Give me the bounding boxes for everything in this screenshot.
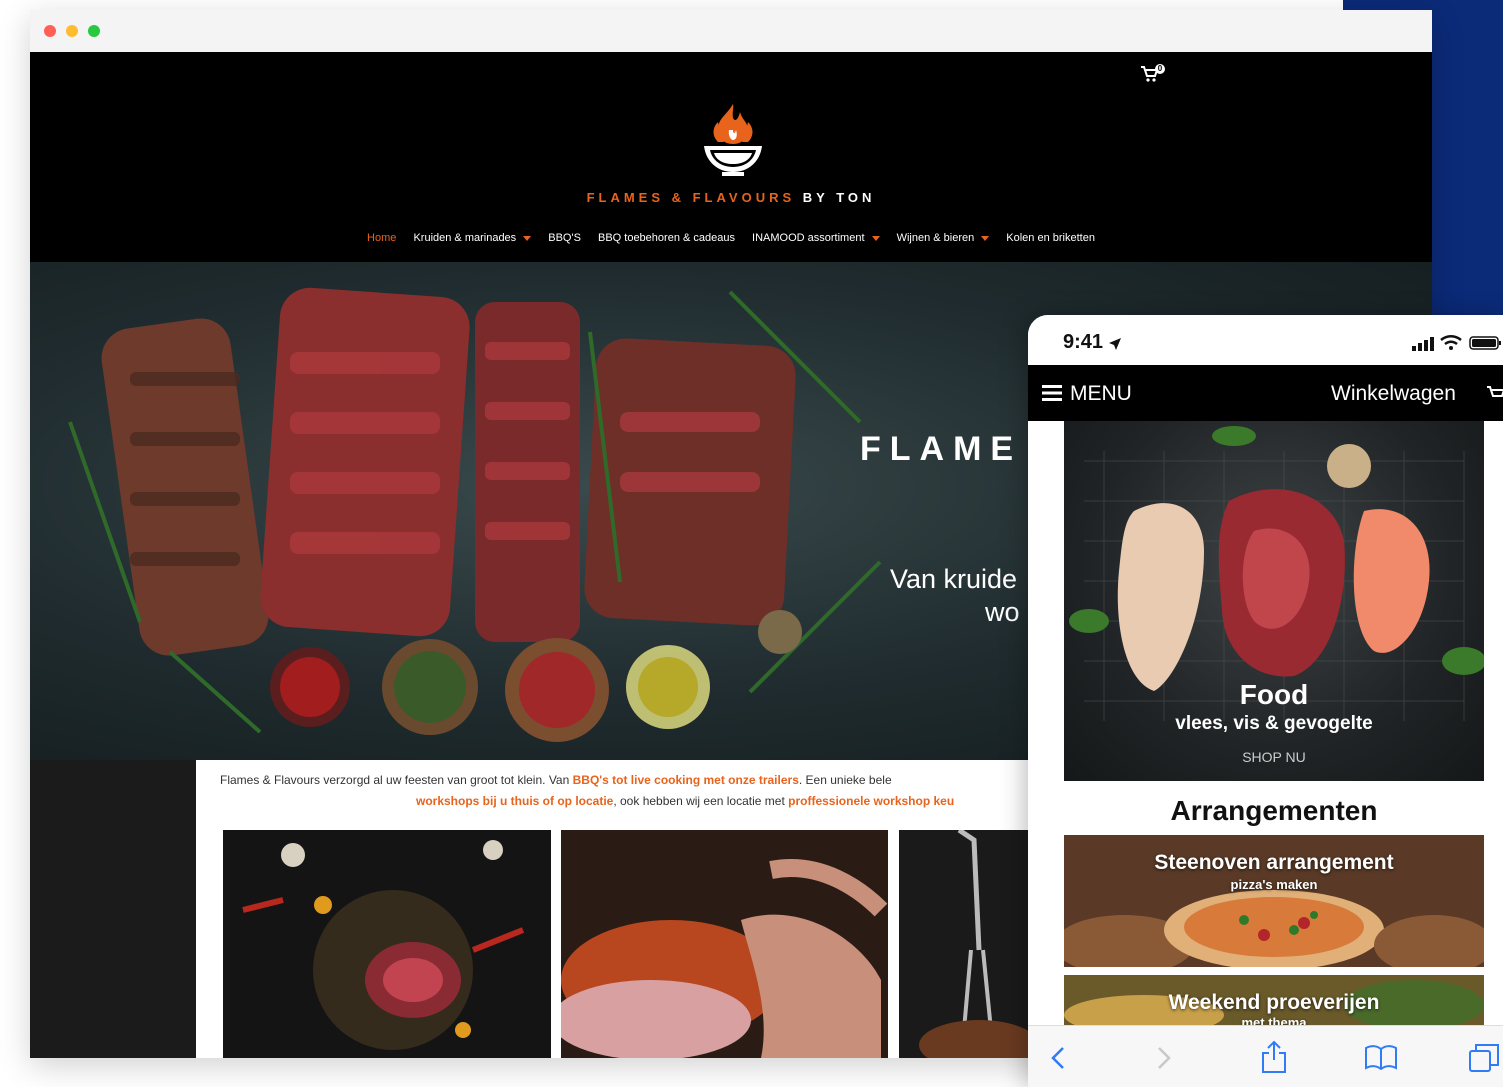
food-subtitle: vlees, vis & gevogelte [1175, 713, 1373, 734]
site-logo[interactable] [688, 100, 778, 180]
cart-icon [1487, 386, 1503, 397]
hero-subtitle-line2: wo [985, 597, 1020, 627]
nav-item-kruiden-marinades[interactable]: Kruiden & marinades [413, 232, 532, 244]
arrangement-card-weekend[interactable]: Weekend proeverijen met thema [1064, 975, 1484, 1025]
bookmarks-icon[interactable] [1364, 1044, 1398, 1070]
intro-text-line1-end: . Een unieke bele [798, 773, 892, 787]
nav-item-label: Kolen en briketten [1006, 232, 1095, 244]
arrangement-subtitle: pizza's maken [1230, 877, 1318, 892]
bbq-fork-image [919, 830, 1039, 1058]
ios-status-bar: 9:41 [1028, 315, 1503, 365]
signal-icon [1412, 337, 1434, 351]
location-arrow-icon [1109, 338, 1121, 350]
back-arrow-icon[interactable] [1050, 1046, 1066, 1070]
intro-text-line2: , ook hebben wij een locatie met [613, 794, 789, 808]
close-window-button[interactable] [44, 25, 56, 37]
nav-item-bbqs[interactable]: BBQ'S [548, 232, 581, 244]
nav-item-label: Kruiden & marinades [413, 232, 517, 244]
shop-now-button[interactable]: SHOP NU [1064, 749, 1484, 765]
forward-arrow-icon[interactable] [1156, 1046, 1172, 1070]
category-card-spices[interactable] [223, 830, 551, 1058]
cart-count-badge: 0 [1157, 64, 1163, 73]
left-dark-panel [30, 760, 196, 1058]
maximize-window-button[interactable] [88, 25, 100, 37]
nav-item-label: BBQ toebehoren & cadeaus [597, 232, 735, 244]
chevron-down-icon [871, 235, 880, 241]
minimize-window-button[interactable] [66, 25, 78, 37]
category-card-marinades[interactable] [561, 830, 888, 1058]
nav-item-bbq-toebehoren[interactable]: BBQ toebehoren & cadeaus [598, 232, 735, 244]
safari-toolbar [1028, 1025, 1503, 1087]
mobile-header: MENU Winkelwagen [1028, 365, 1503, 421]
site-header: 0 FLAMES & FLAVOURS BY TON Home Kruiden … [30, 52, 1432, 262]
wifi-icon [1440, 335, 1462, 350]
brand-name: FLAMES & FLAVOURS BY TON [30, 190, 1432, 205]
nav-item-label: Wijnen & bieren [896, 232, 975, 244]
arrangement-subtitle: met thema [1241, 1015, 1307, 1025]
browser-titlebar [30, 10, 1432, 53]
main-navigation: Home Kruiden & marinades BBQ'S BBQ toebe… [30, 232, 1432, 244]
nav-item-kolen[interactable]: Kolen en briketten [1006, 232, 1095, 244]
food-category-banner[interactable]: Food vlees, vis & gevogelte SHOP NU [1064, 421, 1484, 781]
nav-item-label: INAMOOD assortiment [752, 232, 865, 244]
arrangement-name: Weekend proeverijen [1168, 991, 1380, 1014]
intro-text-line1: Flames & Flavours verzorgd al uw feesten… [220, 773, 573, 787]
chevron-down-icon [523, 235, 532, 241]
arrangementen-heading: Arrangementen [1170, 795, 1378, 826]
steak-slices [101, 287, 796, 656]
hamburger-menu-icon [1042, 385, 1062, 401]
brand-name-part1: FLAMES & FLAVOURS [586, 190, 796, 205]
category-card-bbq[interactable] [899, 830, 1039, 1058]
flame-bowl-logo-icon [704, 104, 762, 176]
nav-item-label: BBQ'S [548, 232, 581, 244]
marinade-hands-image [561, 859, 888, 1058]
arrangement-card-steenoven[interactable]: Steenoven arrangement pizza's maken [1064, 835, 1484, 967]
share-icon[interactable] [1260, 1040, 1288, 1074]
intro-link-workshop-keuken[interactable]: proffessionele workshop keu [788, 794, 954, 808]
intro-link-workshops[interactable]: workshops bij u thuis of op locatie [416, 794, 613, 808]
mobile-phone-screen: 9:41 MENU Winkelwagen Food vlees, vis & … [1028, 315, 1503, 1087]
winkelwagen-button[interactable]: Winkelwagen [1331, 382, 1456, 406]
nav-item-label: Home [367, 232, 397, 244]
nav-item-home[interactable]: Home [367, 232, 396, 244]
spices-meat-image [242, 840, 525, 1050]
nav-item-inamood[interactable]: INAMOOD assortiment [752, 232, 880, 244]
menu-button[interactable]: MENU [1070, 382, 1132, 406]
arrangement-name: Steenoven arrangement [1154, 851, 1394, 874]
tabs-icon[interactable] [1468, 1043, 1500, 1073]
cart-button[interactable]: 0 [1140, 64, 1166, 84]
chevron-down-icon [981, 235, 990, 241]
battery-icon [1469, 336, 1501, 350]
nav-item-wijnen-bieren[interactable]: Wijnen & bieren [897, 232, 990, 244]
intro-link-bbq-trailers[interactable]: BBQ's tot live cooking met onze trailers [573, 773, 799, 787]
food-title: Food [1239, 679, 1309, 710]
hero-subtitle-line1: Van kruide [890, 564, 1018, 594]
hero-title: FLAME [860, 430, 1023, 468]
status-time: 9:41 [1063, 331, 1104, 353]
brand-name-part2: BY TON [802, 190, 876, 205]
